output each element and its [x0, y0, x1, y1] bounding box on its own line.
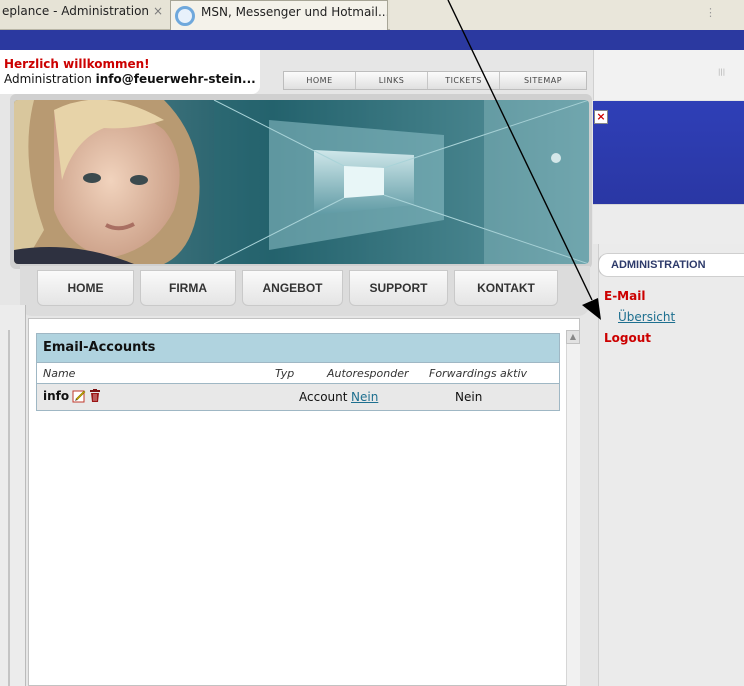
admin-email: info@feuerwehr-stein...	[95, 72, 256, 86]
main-nav-support[interactable]: SUPPORT	[349, 270, 448, 306]
account-name: info	[43, 389, 70, 403]
email-accounts-table: Email-Accounts Name Typ Autoresponder Fo…	[36, 333, 560, 411]
left-border-decoration	[0, 305, 26, 686]
main-nav-kontakt[interactable]: KONTAKT	[454, 270, 558, 306]
top-right-decoration: |||	[718, 68, 726, 76]
browser-tabstrip: eplance - Administration × MSN, Messenge…	[0, 0, 744, 30]
table-header-row: Name Typ Autoresponder Forwardings aktiv	[37, 362, 559, 384]
scroll-up-icon[interactable]: ▲	[566, 330, 580, 344]
forwarding-status: Nein	[455, 390, 483, 404]
sidebar-link-uebersicht[interactable]: Übersicht	[618, 310, 675, 324]
close-icon[interactable]: ×	[594, 110, 608, 124]
top-nav-links[interactable]: LINKS	[356, 72, 428, 89]
top-nav-sitemap[interactable]: SITEMAP	[500, 72, 586, 89]
sidebar-logout-link[interactable]: Logout	[604, 331, 651, 345]
admin-prefix: Administration	[4, 72, 96, 86]
sidebar-email-label: E-Mail	[604, 289, 646, 303]
main-nav-home[interactable]: HOME	[37, 270, 134, 306]
right-blue-panel	[593, 101, 744, 204]
main-nav-firma[interactable]: FIRMA	[140, 270, 236, 306]
banner-illustration	[14, 100, 589, 264]
account-typ: Account	[299, 390, 348, 404]
top-nav-tickets[interactable]: TICKETS	[428, 72, 500, 89]
tabstrip-empty-area	[390, 0, 744, 30]
browser-tab-eplance[interactable]: eplance - Administration ×	[0, 0, 168, 30]
admin-line: Administration info@feuerwehr-stein...	[4, 72, 256, 86]
browser-tab-msn[interactable]: MSN, Messenger und Hotmail...	[170, 0, 388, 30]
top-nav: HOME LINKS TICKETS SITEMAP	[283, 71, 587, 90]
column-autoresponder: Autoresponder	[327, 367, 409, 380]
edit-icon[interactable]	[72, 389, 86, 403]
column-name: Name	[43, 367, 76, 380]
tab-title: eplance - Administration	[2, 4, 150, 18]
top-nav-home[interactable]: HOME	[284, 72, 356, 89]
tab-title: MSN, Messenger und Hotmail...	[201, 5, 388, 19]
table-title: Email-Accounts	[37, 334, 559, 362]
top-navy-bar	[0, 30, 744, 50]
left-border-line	[8, 330, 10, 686]
autoresponder-link[interactable]: Nein	[351, 390, 378, 404]
main-nav-angebot[interactable]: ANGEBOT	[242, 270, 343, 306]
main-nav: HOME FIRMA ANGEBOT SUPPORT KONTAKT	[37, 270, 567, 306]
tabstrip-more-icon[interactable]: ⋮	[705, 6, 716, 19]
delete-icon[interactable]	[89, 389, 101, 403]
tab-close-icon[interactable]: ×	[153, 4, 163, 18]
header-banner-image	[14, 100, 589, 264]
table-row: info Account Nein Nein	[37, 384, 559, 410]
sidebar-header: ADMINISTRATION	[598, 253, 744, 277]
column-forwarding: Forwardings aktiv	[429, 367, 528, 380]
scrollbar[interactable]	[566, 330, 580, 686]
msn-icon	[175, 6, 195, 26]
right-gray-panel	[593, 204, 744, 244]
welcome-text: Herzlich willkommen!	[4, 57, 150, 71]
column-typ: Typ	[275, 367, 295, 380]
